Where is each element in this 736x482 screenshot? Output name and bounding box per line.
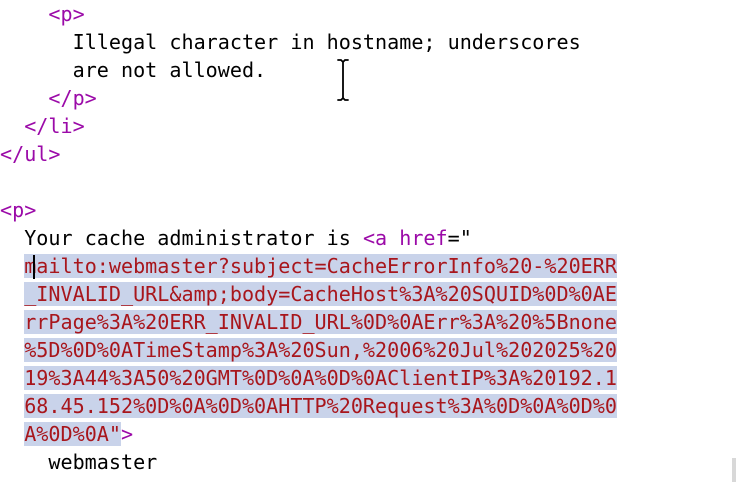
scrollbar-edge[interactable]	[732, 458, 736, 482]
text-content: Your cache administrator is	[24, 226, 363, 250]
selected-text[interactable]: 19%3A44%3A50%20GMT%0D%0A%0D%0AClientIP%3…	[24, 366, 617, 390]
code-line: webmaster	[0, 448, 157, 476]
selected-text[interactable]: mailto:webmaster?subject=CacheErrorInfo%…	[24, 254, 617, 278]
text-caret	[33, 255, 35, 279]
tag-li-close: </li>	[24, 114, 85, 138]
code-line: </p>	[0, 84, 97, 112]
tag-ul-close: </ul>	[0, 142, 61, 166]
code-line: A%0D%0A">	[0, 420, 133, 448]
attr-equals: ="	[447, 226, 472, 250]
text-content: are not allowed.	[72, 58, 267, 82]
code-line: <p>	[0, 0, 85, 28]
selected-text[interactable]: _INVALID_URL&amp;body=CacheHost%3A%20SQU…	[24, 282, 617, 306]
code-line: Illegal character in hostname; underscor…	[0, 28, 581, 56]
code-line: are not allowed.	[0, 56, 267, 84]
code-line: </ul>	[0, 140, 61, 168]
selected-text[interactable]: rrPage%3A%20ERR_INVALID_URL%0D%0AErr%3A%…	[24, 310, 617, 334]
selected-text[interactable]: %5D%0D%0ATimeStamp%3A%20Sun,%2006%20Jul%…	[24, 338, 617, 362]
tag-close-bracket: >	[120, 422, 134, 446]
attr-href: href	[399, 226, 448, 250]
text-content: Illegal character in hostname; underscor…	[72, 30, 581, 54]
code-line: %5D%0D%0ATimeStamp%3A%20Sun,%2006%20Jul%…	[0, 336, 617, 364]
tag-p-close: </p>	[48, 86, 97, 110]
tag-p-open: <p>	[0, 198, 37, 222]
code-line: rrPage%3A%20ERR_INVALID_URL%0D%0AErr%3A%…	[0, 308, 617, 336]
code-line: mailto:webmaster?subject=CacheErrorInfo%…	[0, 252, 617, 280]
code-line: 68.45.152%0D%0A%0D%0AHTTP%20Request%3A%0…	[0, 392, 617, 420]
code-editor[interactable]: <p> Illegal character in hostname; under…	[0, 0, 736, 482]
code-line: _INVALID_URL&amp;body=CacheHost%3A%20SQU…	[0, 280, 617, 308]
code-line: Your cache administrator is <a href="	[0, 224, 472, 252]
link-text: webmaster	[48, 450, 158, 474]
code-line: </li>	[0, 112, 85, 140]
selected-text[interactable]: A%0D%0A"	[24, 422, 121, 446]
code-line: <p>	[0, 196, 36, 224]
text-cursor-icon	[336, 59, 350, 101]
code-line: 19%3A44%3A50%20GMT%0D%0A%0D%0AClientIP%3…	[0, 364, 617, 392]
tag-p-open: <p>	[48, 2, 85, 26]
tag-a-open: <a	[362, 226, 400, 250]
selected-text[interactable]: 68.45.152%0D%0A%0D%0AHTTP%20Request%3A%0…	[24, 394, 617, 418]
